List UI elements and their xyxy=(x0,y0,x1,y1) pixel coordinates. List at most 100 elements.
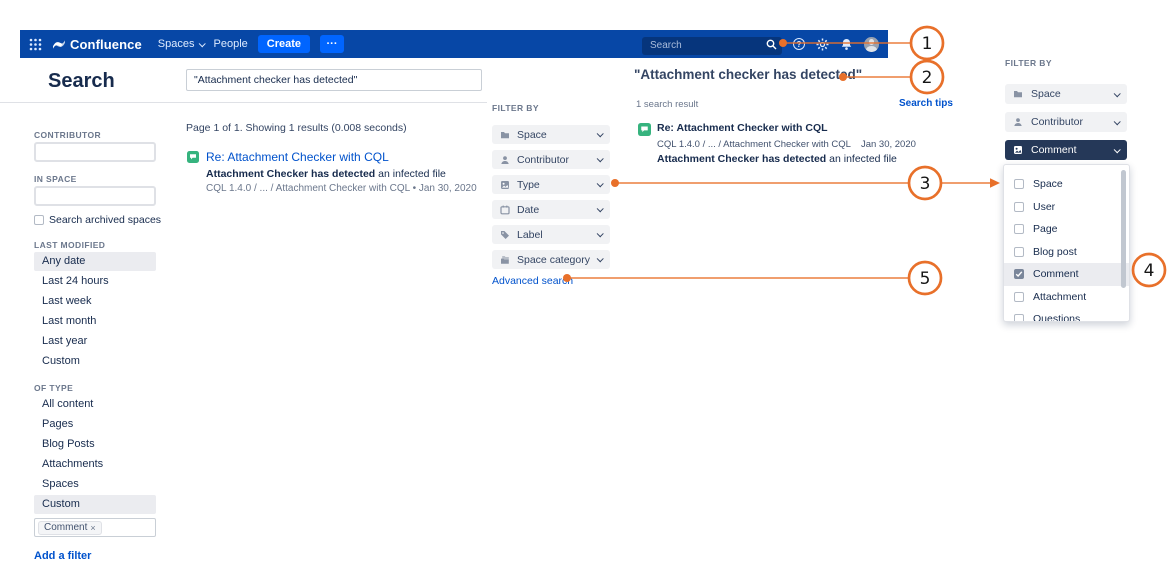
of-type-option-all[interactable]: All content xyxy=(34,395,156,414)
top-navbar: Confluence Spaces People Create ··· ? xyxy=(20,30,888,58)
filter-type-button[interactable]: Type xyxy=(492,175,610,194)
result-snippet: Attachment Checker has detected an infec… xyxy=(206,168,477,180)
archived-spaces-checkbox-row[interactable]: Search archived spaces xyxy=(34,214,156,226)
filter-comment-button-selected[interactable]: Comment xyxy=(1005,140,1127,160)
last-modified-option-custom[interactable]: Custom xyxy=(34,352,156,371)
result-title-link[interactable]: Re: Attachment Checker with CQL xyxy=(206,150,389,164)
checkbox-icon[interactable] xyxy=(1014,202,1024,212)
checkbox-checked-icon[interactable] xyxy=(1014,269,1024,279)
dropdown-option-label: Blog post xyxy=(1033,246,1077,258)
nav-spaces[interactable]: Spaces xyxy=(158,38,204,50)
chevron-down-icon xyxy=(1114,118,1121,125)
dropdown-option-comment-checked[interactable]: Comment xyxy=(1004,263,1129,286)
search-query-input[interactable] xyxy=(186,69,482,91)
of-type-option-blog[interactable]: Blog Posts xyxy=(34,435,156,454)
result-meta: CQL 1.4.0 / ... / Attachment Checker wit… xyxy=(206,183,477,194)
of-type-option-attachments[interactable]: Attachments xyxy=(34,455,156,474)
calendar-icon xyxy=(500,205,510,215)
contributor-input[interactable] xyxy=(34,142,156,162)
chevron-down-icon xyxy=(597,255,604,262)
person-icon xyxy=(500,155,510,165)
nav-people[interactable]: People xyxy=(214,38,248,50)
annotation-3-number: 3 xyxy=(920,174,931,194)
search-filters-sidebar: CONTRIBUTOR IN SPACE Search archived spa… xyxy=(34,130,156,562)
page-title: Search xyxy=(48,70,115,93)
dropdown-scrollbar[interactable] xyxy=(1121,170,1126,288)
filter-space-category-button[interactable]: Space category xyxy=(492,250,610,269)
advanced-search-link[interactable]: Advanced search xyxy=(492,275,610,287)
of-type-option-pages[interactable]: Pages xyxy=(34,415,156,434)
result-snippet-highlight: Attachment Checker has detected xyxy=(657,153,826,165)
chevron-down-icon xyxy=(597,205,604,212)
archived-spaces-label: Search archived spaces xyxy=(49,214,161,226)
result-title[interactable]: Re: Attachment Checker with CQL xyxy=(657,122,828,134)
dropdown-option-user[interactable]: User xyxy=(1004,196,1129,219)
navbar-search-input[interactable] xyxy=(642,37,782,55)
dropdown-option-label: Space xyxy=(1033,178,1063,190)
dropdown-option-space[interactable]: Space xyxy=(1004,173,1129,196)
result-snippet: Attachment Checker has detected an infec… xyxy=(657,153,916,165)
last-modified-option-week[interactable]: Last week xyxy=(34,292,156,311)
navbar-search[interactable] xyxy=(642,35,782,53)
dropdown-option-page[interactable]: Page xyxy=(1004,218,1129,241)
confluence-logo[interactable]: Confluence xyxy=(52,37,142,52)
annotation-overlay: 1 2 3 4 5 xyxy=(0,0,1167,578)
checkbox-icon[interactable] xyxy=(34,215,44,225)
last-modified-option-24h[interactable]: Last 24 hours xyxy=(34,272,156,291)
of-type-option-custom[interactable]: Custom xyxy=(34,495,156,514)
remove-tag-icon[interactable]: × xyxy=(90,523,95,533)
filter-space-button[interactable]: Space xyxy=(492,125,610,144)
dropdown-option-questions[interactable]: Questions xyxy=(1004,308,1129,322)
filter-date-label: Date xyxy=(517,204,539,216)
annotation-5: 5 xyxy=(563,262,941,294)
checkbox-icon[interactable] xyxy=(1014,224,1024,234)
chevron-down-icon xyxy=(1114,146,1121,153)
checkbox-icon[interactable] xyxy=(1014,247,1024,257)
last-modified-option-year[interactable]: Last year xyxy=(34,332,156,351)
tag-icon xyxy=(500,230,510,240)
annotation-1-number: 1 xyxy=(922,34,933,54)
last-modified-option-any-date[interactable]: Any date xyxy=(34,252,156,271)
filter-contributor-button[interactable]: Contributor xyxy=(1005,112,1127,132)
dropdown-option-blog-post[interactable]: Blog post xyxy=(1004,241,1129,264)
dropdown-option-label: Attachment xyxy=(1033,291,1086,303)
app-switcher-icon[interactable] xyxy=(29,38,42,51)
folder-icon xyxy=(1013,89,1023,99)
arrow-head-icon xyxy=(990,178,1000,188)
create-button[interactable]: Create xyxy=(258,35,310,53)
checkbox-icon[interactable] xyxy=(1014,314,1024,322)
more-button[interactable]: ··· xyxy=(320,35,344,53)
filter-date-button[interactable]: Date xyxy=(492,200,610,219)
type-tag-input[interactable]: Comment × xyxy=(34,518,156,537)
comment-result-icon xyxy=(187,151,199,163)
last-modified-label: LAST MODIFIED xyxy=(34,240,156,250)
nav-spaces-label: Spaces xyxy=(158,38,195,50)
filter-label-button[interactable]: Label xyxy=(492,225,610,244)
comment-type-tag-label: Comment xyxy=(44,522,87,533)
in-space-input[interactable] xyxy=(34,186,156,206)
search-tips-link[interactable]: Search tips xyxy=(899,98,953,109)
dropdown-option-label: User xyxy=(1033,201,1055,213)
filter-contributor-button[interactable]: Contributor xyxy=(492,150,610,169)
dropdown-option-attachment[interactable]: Attachment xyxy=(1004,286,1129,309)
content-type-icon xyxy=(500,180,510,190)
quick-search-filter-panel: FILTER BY Space Contributor Comment xyxy=(1005,58,1127,168)
help-icon[interactable]: ? xyxy=(793,38,805,50)
comment-icon xyxy=(1013,145,1023,155)
last-modified-option-month[interactable]: Last month xyxy=(34,312,156,331)
user-avatar[interactable] xyxy=(864,37,879,52)
checkbox-icon[interactable] xyxy=(1014,292,1024,302)
annotation-4: 4 xyxy=(1133,254,1165,286)
chevron-down-icon xyxy=(198,40,205,47)
of-type-label: OF TYPE xyxy=(34,383,156,393)
annotation-3: 3 xyxy=(611,167,1000,199)
notifications-bell-icon[interactable] xyxy=(840,38,853,51)
of-type-option-spaces[interactable]: Spaces xyxy=(34,475,156,494)
checkbox-icon[interactable] xyxy=(1014,179,1024,189)
settings-gear-icon[interactable] xyxy=(816,38,829,51)
comment-type-tag[interactable]: Comment × xyxy=(38,521,102,535)
contributor-label: CONTRIBUTOR xyxy=(34,130,156,140)
result-snippet-rest: an infected file xyxy=(826,153,897,165)
add-filter-link[interactable]: Add a filter xyxy=(34,550,156,562)
filter-space-button[interactable]: Space xyxy=(1005,84,1127,104)
